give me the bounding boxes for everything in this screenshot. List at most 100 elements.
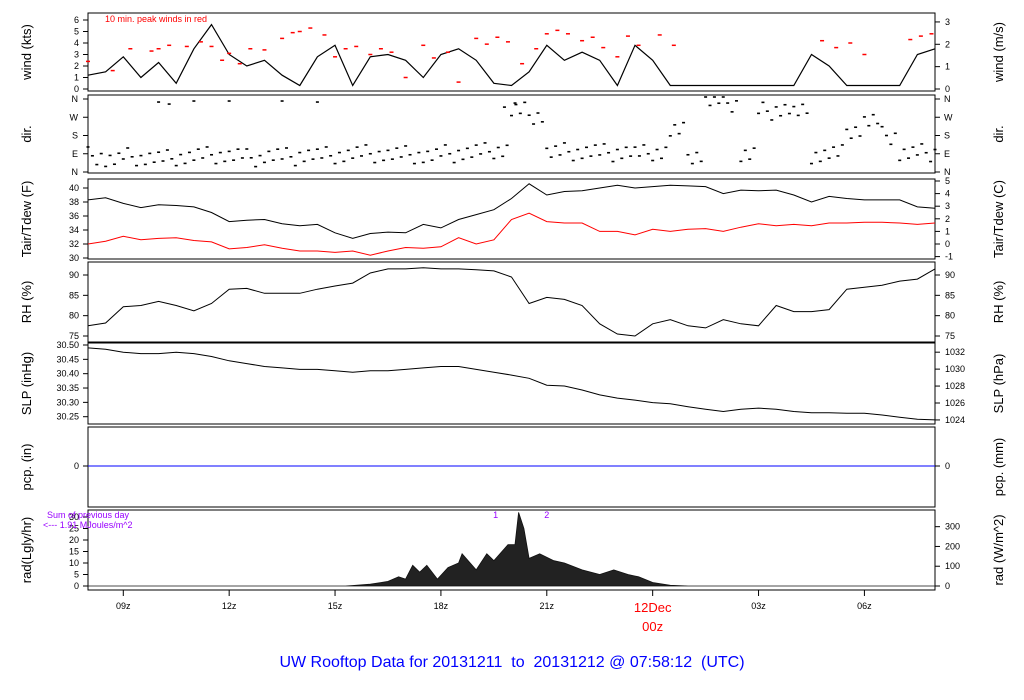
pcp-tick-label-right: 0 (945, 461, 950, 471)
radiation-sum-value: <--- 1.91 MJoules/m^2 (43, 520, 133, 530)
rad-tick-label-left: 5 (74, 570, 79, 580)
slp-tick-label-left: 30.30 (56, 397, 79, 407)
rad-tick-label-left: 10 (69, 558, 79, 568)
rad-ylabel-left: rad(Lgly/hr) (19, 517, 34, 583)
rh-tick-label-right: 90 (945, 270, 955, 280)
tair-tick-label-right: 5 (945, 176, 950, 186)
wind-tick-label-right: 1 (945, 62, 950, 72)
tair-ylabel-right: Tair/Tdew (C) (991, 180, 1006, 258)
pcp-panel-frame (87, 426, 936, 508)
tair-tick-label-right: 1 (945, 226, 950, 236)
tair-tick-label-left: 38 (69, 197, 79, 207)
slp-ylabel-right: SLP (hPa) (991, 354, 1006, 414)
x-date-label: 12Dec (634, 600, 672, 615)
x-tick-label: 15z (328, 601, 343, 611)
tair-ylabel-left: Tair/Tdew (F) (19, 181, 34, 258)
tdew-line (87, 212, 936, 256)
x-tick-label: 18z (434, 601, 449, 611)
wind-tick-label-right: 3 (945, 17, 950, 27)
wind-peak-annotation: 10 min. peak winds in red (105, 14, 207, 24)
slp-tick-label-left: 30.40 (56, 369, 79, 379)
radiation-area (88, 512, 935, 587)
tair-tick-label-right: 4 (945, 189, 950, 199)
dir-ylabel-left: dir. (19, 125, 34, 142)
x-tick-label: 09z (116, 601, 131, 611)
dir-tick-label-left: N (72, 94, 79, 104)
slp-panel-frame (87, 342, 936, 425)
wind-tick-label-left: 0 (74, 84, 79, 94)
slp-tick-label-left: 30.25 (56, 412, 79, 422)
x-tick-label: 03z (751, 601, 766, 611)
chart-canvas: wind (kts) wind (m/s)01234560123dir. dir.N… (19, 12, 1006, 671)
pcp-ylabel-right: pcp. (mm) (991, 438, 1006, 497)
tair-tick-label-right: -1 (945, 252, 953, 262)
tair-tick-label-left: 34 (69, 225, 79, 235)
rh-tick-label-left: 80 (69, 311, 79, 321)
dir-tick-label-left: N (72, 167, 79, 177)
dir-tick-label-right: S (944, 131, 950, 141)
chart-title: UW Rooftop Data for 20131211 to 20131212… (279, 654, 744, 671)
wind-ylabel-right: wind (m/s) (991, 22, 1006, 83)
rad-tick-label-left: 0 (74, 581, 79, 591)
pcp-tick-label-left: 0 (74, 461, 79, 471)
dir-tick-label-right: W (944, 112, 953, 122)
wind-ylabel-left: wind (kts) (19, 24, 34, 81)
tair-tick-label-left: 40 (69, 183, 79, 193)
rh-tick-label-left: 90 (69, 270, 79, 280)
rh-line (87, 267, 936, 337)
slp-tick-label-left: 30.45 (56, 354, 79, 364)
rh-ylabel-left: RH (%) (19, 281, 34, 324)
radiation-sum-label: Sum of previous day (47, 510, 130, 520)
slp-tick-label-right: 1026 (945, 398, 965, 408)
rh-tick-label-left: 85 (69, 290, 79, 300)
slp-tick-label-right: 1032 (945, 347, 965, 357)
radiation-marker: 1 (493, 510, 498, 520)
slp-tick-label-right: 1030 (945, 364, 965, 374)
rad-tick-label-right: 200 (945, 541, 960, 551)
wind-tick-label-right: 2 (945, 39, 950, 49)
slp-ylabel-left: SLP (inHg) (19, 352, 34, 415)
slp-tick-label-left: 30.50 (56, 340, 79, 350)
wind-tick-label-left: 6 (74, 15, 79, 25)
rad-tick-label-left: 20 (69, 535, 79, 545)
x-tick-label: 00z (642, 619, 663, 634)
rad-ylabel-right: rad (W/m^2) (991, 514, 1006, 585)
wind-tick-label-left: 2 (74, 61, 79, 71)
tair-tick-label-left: 30 (69, 253, 79, 263)
x-tick-label: 12z (222, 601, 237, 611)
tair-tick-label-right: 2 (945, 214, 950, 224)
dir-panel-frame (87, 94, 936, 174)
wind-tick-label-left: 1 (74, 73, 79, 83)
tair-tick-label-left: 32 (69, 239, 79, 249)
wind-speed-line (87, 23, 936, 87)
rooftop-weather-chart: wind (kts) wind (m/s) 0 1 2 3 4 5 6 0 1 2 3 dir. dir. N… (0, 0, 1024, 700)
tair-tick-label-right: 0 (945, 239, 950, 249)
slp-tick-label-right: 1024 (945, 415, 965, 425)
rh-ylabel-right: RH (%) (991, 281, 1006, 324)
radiation-marker: 2 (544, 510, 549, 520)
rh-tick-label-right: 75 (945, 331, 955, 341)
wind-tick-label-left: 4 (74, 38, 79, 48)
rh-panel-frame (87, 261, 936, 343)
rh-tick-label-right: 85 (945, 290, 955, 300)
wind-tick-label-left: 3 (74, 50, 79, 60)
slp-line (87, 347, 936, 421)
tair-tick-label-right: 3 (945, 201, 950, 211)
rad-tick-label-right: 100 (945, 561, 960, 571)
dir-tick-label-left: S (72, 131, 78, 141)
x-tick-label: 21z (540, 601, 555, 611)
dir-tick-label-right: N (944, 94, 951, 104)
x-tick-label: 06z (857, 601, 872, 611)
rh-tick-label-right: 80 (945, 311, 955, 321)
rad-tick-label-right: 300 (945, 522, 960, 532)
tair-line (87, 183, 936, 239)
dir-tick-label-left: W (70, 112, 79, 122)
pcp-ylabel-left: pcp. (in) (19, 444, 34, 491)
slp-tick-label-right: 1028 (945, 381, 965, 391)
wind-panel-frame (87, 12, 936, 92)
rad-tick-label-right: 0 (945, 581, 950, 591)
dir-tick-label-left: E (72, 149, 78, 159)
wind-tick-label-right: 0 (945, 84, 950, 94)
dir-ylabel-right: dir. (991, 125, 1006, 142)
rad-tick-label-left: 15 (69, 547, 79, 557)
